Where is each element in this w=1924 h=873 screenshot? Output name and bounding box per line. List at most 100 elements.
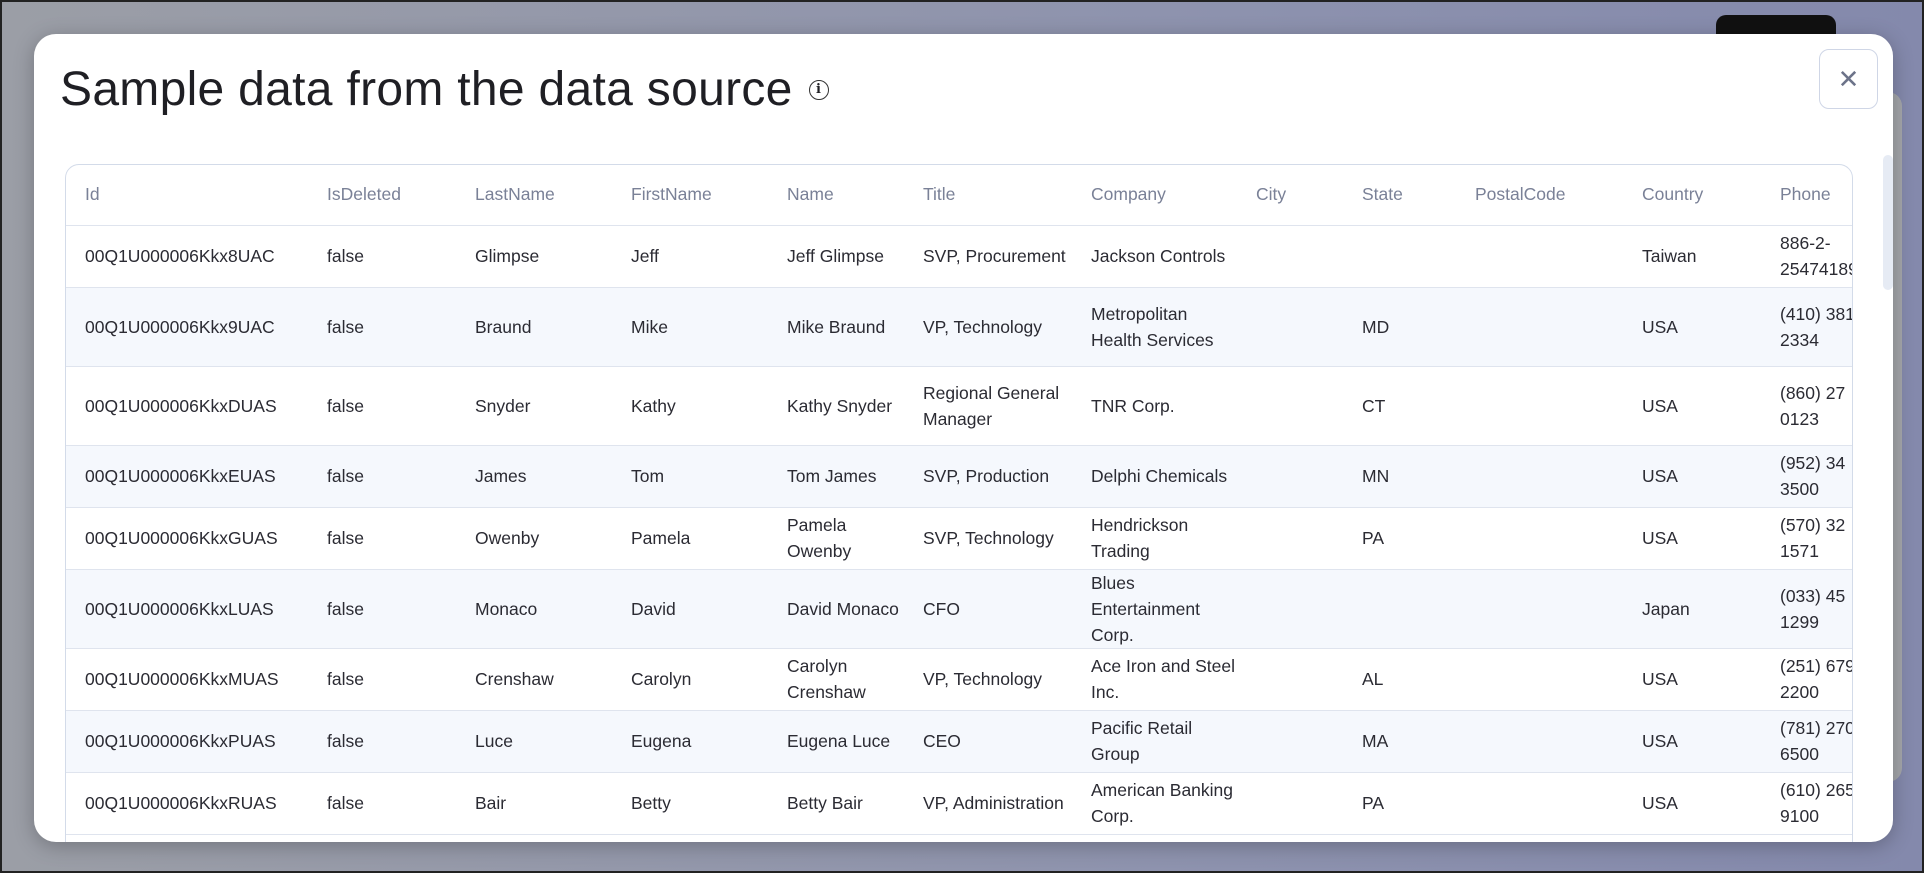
cell-phone-line: 2334 [1780, 329, 1819, 350]
cell-country: Japan [1623, 569, 1761, 649]
column-header-company[interactable]: Company [1072, 165, 1237, 226]
cell-company: TNR Corp. [1072, 366, 1237, 446]
cell-firstname: Carolyn [612, 648, 768, 711]
table-row[interactable]: 00Q1U000006Kkx9UAC false Braund Mike Mike Br… [66, 287, 1852, 367]
cell-phone-line: 6500 [1780, 744, 1819, 764]
column-header-name[interactable]: Name [768, 165, 904, 226]
cell-empty [1761, 834, 1852, 842]
column-header-phone[interactable]: Phone [1761, 165, 1852, 226]
cell-isdeleted: false [308, 366, 456, 446]
table-row[interactable]: 00Q1U000006KkxLUAS false Monaco David David … [66, 569, 1852, 649]
cell-state: MA [1343, 710, 1456, 773]
info-icon[interactable]: i [808, 79, 829, 100]
cell-lastname: Braund [456, 287, 612, 367]
cell-phone-line: (570) 32 [1780, 515, 1846, 535]
cell-phone: (860) 27 0123 [1761, 366, 1852, 446]
cell-country: Taiwan [1623, 225, 1761, 288]
cell-name: Mike Braund [768, 287, 904, 367]
cell-empty [1343, 834, 1456, 842]
column-header-postalcode[interactable]: PostalCode [1456, 165, 1623, 226]
cell-city [1237, 772, 1343, 835]
table-row[interactable]: 00Q1U000006Kkx8UAC false Glimpse Jeff Jeff G… [66, 225, 1853, 288]
cell-id: 00Q1U000006Kkx8UAC [66, 225, 308, 288]
close-button[interactable]: ✕ [1819, 49, 1878, 109]
cell-state: PA [1343, 772, 1456, 835]
cell-lastname: Owenby [456, 507, 612, 570]
table-row[interactable]: 00Q1U000006KkxMUAS false Crenshaw Carolyn Ca… [66, 648, 1852, 711]
cell-title: SVP, Production [904, 445, 1072, 508]
cell-company: Jackson Controls [1072, 225, 1237, 288]
cell-isdeleted: false [308, 225, 456, 288]
column-header-lastname[interactable]: LastName [456, 165, 612, 226]
cell-country: USA [1623, 445, 1761, 508]
cell-company: Hendrickson Trading [1072, 507, 1237, 570]
cell-isdeleted: false [308, 445, 456, 508]
column-header-id[interactable]: Id [66, 165, 308, 226]
cell-phone: (570) 32 1571 [1761, 507, 1852, 570]
cell-id: 00Q1U000006KkxLUAS [66, 569, 308, 649]
cell-name: Kathy Snyder [768, 366, 904, 446]
cell-state: AL [1343, 648, 1456, 711]
cell-city [1237, 445, 1343, 508]
cell-company: American Banking Corp. [1072, 772, 1237, 835]
sample-data-table: Id IsDeleted LastName FirstName Name Title Com… [65, 164, 1853, 842]
table-row[interactable]: 00Q1U000006KkxPUAS false Luce Eugena Eugena … [66, 710, 1852, 773]
cell-name: Carolyn Crenshaw [768, 648, 904, 711]
cell-phone-line: 886-2- [1780, 233, 1831, 253]
cell-lastname: Crenshaw [456, 648, 612, 711]
cell-company: Ace Iron and Steel Inc. [1072, 648, 1237, 711]
cell-city [1237, 287, 1343, 367]
cell-phone: (781) 270 6500 [1761, 710, 1852, 773]
cell-phone: 886-2- 25474189 [1761, 225, 1853, 288]
cell-phone-line: 25474189 [1780, 259, 1853, 279]
cell-phone-line: 9100 [1780, 806, 1819, 826]
cell-title: VP, Administration [904, 772, 1072, 835]
cell-isdeleted: false [308, 710, 456, 773]
cell-postalcode [1456, 366, 1623, 446]
cell-phone-line: (952) 34 [1780, 453, 1846, 473]
cell-title: Regional General Manager [904, 366, 1072, 446]
cell-city [1237, 225, 1343, 288]
vertical-scrollbar[interactable] [1883, 155, 1893, 290]
cell-country: USA [1623, 366, 1761, 446]
table-row[interactable] [66, 834, 1852, 842]
cell-name: Jeff Glimpse [768, 225, 904, 288]
cell-city [1237, 648, 1343, 711]
table-row[interactable]: 00Q1U000006KkxRUAS false Bair Betty Betty Ba… [66, 772, 1852, 835]
cell-phone: (251) 679 2200 [1761, 648, 1852, 711]
column-header-title[interactable]: Title [904, 165, 1072, 226]
cell-isdeleted: false [308, 507, 456, 570]
cell-country: USA [1623, 710, 1761, 773]
cell-company: Pacific Retail Group [1072, 710, 1237, 773]
cell-firstname: Tom [612, 445, 768, 508]
column-header-firstname[interactable]: FirstName [612, 165, 768, 226]
cell-phone-line: (860) 27 [1780, 382, 1846, 403]
column-header-state[interactable]: State [1343, 165, 1456, 226]
column-header-country[interactable]: Country [1623, 165, 1761, 226]
cell-company: Blues Entertainment Corp. [1072, 569, 1237, 649]
cell-company: Delphi Chemicals [1072, 445, 1237, 508]
cell-country: USA [1623, 648, 1761, 711]
cell-empty [904, 834, 1072, 842]
cell-country: USA [1623, 507, 1761, 570]
cell-country: USA [1623, 772, 1761, 835]
cell-id: 00Q1U000006KkxMUAS [66, 648, 308, 711]
cell-city [1237, 710, 1343, 773]
cell-phone-line: 3500 [1780, 479, 1819, 499]
column-header-city[interactable]: City [1237, 165, 1343, 226]
cell-postalcode [1456, 710, 1623, 773]
cell-country: USA [1623, 287, 1761, 367]
cell-lastname: Luce [456, 710, 612, 773]
column-header-isdeleted[interactable]: IsDeleted [308, 165, 456, 226]
cell-isdeleted: false [308, 772, 456, 835]
table-row[interactable]: 00Q1U000006KkxGUAS false Owenby Pamela Pamel… [66, 507, 1852, 570]
cell-firstname: Mike [612, 287, 768, 367]
cell-empty [612, 834, 768, 842]
cell-company: Metropolitan Health Services [1072, 287, 1237, 367]
cell-title: SVP, Technology [904, 507, 1072, 570]
table-row[interactable]: 00Q1U000006KkxDUAS false Snyder Kathy Kathy … [66, 366, 1852, 446]
table-row[interactable]: 00Q1U000006KkxEUAS false James Tom Tom James… [66, 445, 1852, 508]
cell-phone: (952) 34 3500 [1761, 445, 1852, 508]
cell-title: SVP, Procurement [904, 225, 1072, 288]
cell-name: Betty Bair [768, 772, 904, 835]
